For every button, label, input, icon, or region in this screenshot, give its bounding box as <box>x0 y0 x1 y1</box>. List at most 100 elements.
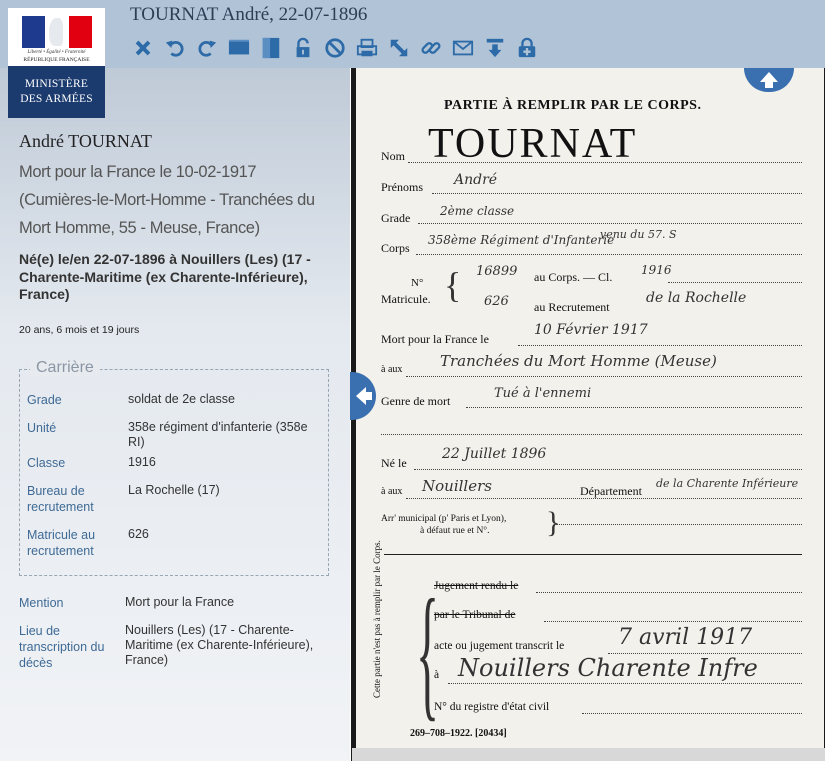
doc-footer: 269–708–1922. [20434] <box>410 728 507 739</box>
email-icon[interactable] <box>450 35 476 61</box>
career-row-bureau: Bureau de recrutement La Rochelle (17) <box>27 483 318 515</box>
dotted-line <box>466 407 802 408</box>
close-icon[interactable] <box>130 35 156 61</box>
republique-logo: Liberté • Égalité • Fraternité RÉPUBLIQU… <box>8 8 105 66</box>
horizontal-view-icon[interactable] <box>226 35 252 61</box>
doc-matricule-label: Matricule. <box>381 292 431 306</box>
dotted-line <box>406 498 802 499</box>
field-label: Mention <box>19 596 64 610</box>
republic-motto: Liberté • Égalité • Fraternité <box>27 50 86 55</box>
field-value: La Rochelle (17) <box>128 483 220 497</box>
age-info: 20 ans, 6 mois et 19 jours <box>19 324 140 336</box>
doc-nom-label: Nom <box>381 149 405 163</box>
career-section: Carrière Grade soldat de 2e classe Unité… <box>19 359 329 576</box>
career-row-matricule: Matricule au recrutement 626 <box>27 527 318 559</box>
rotate-right-icon[interactable] <box>194 35 220 61</box>
arrow-left-icon <box>356 387 372 405</box>
doc-side-label: Cette partie n'est pas à remplir par le … <box>372 540 382 698</box>
dotted-line <box>414 469 802 470</box>
viewer-bottom-bar <box>352 748 825 761</box>
doc-jugement-label: Jugement rendu le <box>434 580 519 592</box>
ministry-line-2: DES ARMÉES <box>20 93 93 105</box>
doc-prenoms-value: André <box>454 172 498 188</box>
career-row-unite: Unité 358e régiment d'infanterie (358e R… <box>27 420 318 450</box>
download-icon[interactable] <box>482 35 508 61</box>
transcription-row: Lieu de transcription du décès Nouillers… <box>19 623 330 671</box>
dotted-line <box>536 592 802 593</box>
career-row-grade: Grade soldat de 2e classe <box>27 392 323 408</box>
field-value: Nouillers (Les) (17 - Charente-Maritime … <box>125 623 314 667</box>
header-bar: TOURNAT André, 22-07-1896 <box>0 0 825 68</box>
doc-grade-label: Grade <box>381 211 411 225</box>
doc-header: PARTIE À REMPLIR PAR LE CORPS. <box>444 98 702 113</box>
field-value: soldat de 2e classe <box>128 392 236 406</box>
doc-arr-label-2: à défaut rue et N°. <box>420 526 490 536</box>
doc-recrut-no: 626 <box>484 294 509 309</box>
doc-genre-value: Tué à l'ennemi <box>494 386 592 401</box>
doc-a-label: à <box>434 669 440 681</box>
doc-acte-date: 7 avril 1917 <box>618 625 753 650</box>
doc-registre-label: N° du registre d'état civil <box>434 701 550 713</box>
dotted-line <box>416 254 802 255</box>
doc-recrut-value: de la Rochelle <box>646 290 747 306</box>
dotted-line <box>381 434 802 435</box>
doc-departement-label: Département <box>580 484 642 498</box>
dotted-line <box>544 621 802 622</box>
doc-ne-date: 22 Juillet 1896 <box>442 446 547 462</box>
field-value: 358e régiment d'infanterie (358e RI) <box>128 420 308 449</box>
doc-corps-note: venu du 57. S <box>600 228 677 241</box>
field-label: Classe <box>27 456 66 470</box>
doc-a-prefix: à aux <box>381 364 403 375</box>
scroll-up-button[interactable] <box>744 68 794 92</box>
arrow-up-icon <box>760 72 778 88</box>
doc-departement-value: de la Charente Inférieure <box>656 477 799 490</box>
dotted-line <box>518 345 802 346</box>
rotate-left-icon[interactable] <box>162 35 188 61</box>
doc-ne-lieu: Nouillers <box>422 477 492 495</box>
doc-ne-prefix: à aux <box>381 486 403 497</box>
doc-ne-label: Né le <box>381 456 407 470</box>
fullscreen-icon[interactable] <box>386 35 412 61</box>
link-icon[interactable] <box>418 35 444 61</box>
doc-au-recrutement: au Recrutement <box>534 300 610 314</box>
doc-corps-no: 16899 <box>476 264 518 279</box>
republic-label: RÉPUBLIQUE FRANÇAISE <box>23 57 90 63</box>
field-label: Lieu de transcription du décès <box>19 624 105 670</box>
toolbar <box>130 34 546 62</box>
dotted-line <box>556 524 802 525</box>
doc-grade-value: 2ème classe <box>440 204 515 218</box>
ministry-line-1: MINISTÈRE <box>24 78 89 90</box>
add-icon[interactable] <box>514 35 540 61</box>
ministry-logo: MINISTÈRE DES ARMÉES <box>8 66 105 118</box>
dotted-line <box>668 282 802 283</box>
collapse-panel-button[interactable] <box>350 372 376 420</box>
document-title: TOURNAT André, 22-07-1896 <box>130 4 368 25</box>
scanned-document[interactable]: PARTIE À REMPLIR PAR LE CORPS. Nom TOURN… <box>356 68 824 748</box>
field-value: Mort pour la France <box>125 595 235 609</box>
doc-genre-label: Genre de mort <box>381 394 451 408</box>
forbidden-icon[interactable] <box>322 35 348 61</box>
doc-mort-date: 10 Février 1917 <box>534 322 648 338</box>
doc-au-corps: au Corps. — Cl. <box>534 270 613 284</box>
mention-row: Mention Mort pour la France <box>19 595 325 611</box>
lock-icon[interactable] <box>290 35 316 61</box>
vertical-view-icon[interactable] <box>258 35 284 61</box>
person-name: André TOURNAT <box>19 131 152 151</box>
death-info: Mort pour la France le 10-02-1917 (Cumiè… <box>19 163 315 237</box>
doc-tribunal-label: par le Tribunal de <box>434 609 516 621</box>
dotted-line <box>432 193 802 194</box>
dotted-line <box>418 223 802 224</box>
print-icon[interactable] <box>354 35 380 61</box>
brace-icon: { <box>444 265 462 305</box>
career-legend: Carrière <box>30 359 100 377</box>
dotted-line <box>582 713 802 714</box>
field-label: Grade <box>27 393 62 407</box>
doc-acte-label: acte ou jugement transcrit le <box>434 640 565 652</box>
doc-prenoms-label: Prénoms <box>381 180 423 194</box>
field-label: Bureau de recrutement <box>27 484 94 514</box>
dotted-line <box>448 683 802 684</box>
doc-corps-value: 358ème Régiment d'Infanterie <box>428 233 615 247</box>
field-value: 626 <box>128 527 149 541</box>
birth-info: Né(e) le/en 22-07-1896 à Nouillers (Les)… <box>19 251 311 302</box>
doc-classe: 1916 <box>641 263 672 277</box>
